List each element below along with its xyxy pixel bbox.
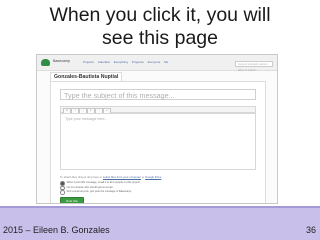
notification-options: When I post this message, email it to al… [60,181,140,195]
nav-everything[interactable]: Everything [114,60,128,64]
post-message-button[interactable]: Post this message [60,197,84,203]
attach-files-line: To attach files drag & drop here or sele… [60,175,161,179]
radio-selected-icon[interactable] [60,181,65,186]
page-number: 36 [305,225,316,235]
nav-projects[interactable]: Projects [83,60,94,64]
select-files-link[interactable]: select files from your computer [103,175,141,179]
nav-progress[interactable]: Progress [132,60,144,64]
main-nav: Projects Calendar Everything Progress Ev… [83,60,171,64]
app-header: Basecamp Projects Calendar Everything Pr… [37,55,277,72]
attach-text: To attach files drag & drop here or [60,175,103,179]
footer-divider [0,206,320,208]
nav-me[interactable]: Me [164,60,168,64]
new-message-panel: Type the subject of this message... B I … [50,81,266,203]
option-no-email-label: Don't email anyone, just post the messag… [66,190,132,194]
message-body-field[interactable]: Type your message here... [60,113,256,170]
subject-field[interactable]: Type the subject of this message... [60,89,256,100]
google-drive-link[interactable]: Google Drive [145,175,161,179]
slide-title: When you click it, you will see this pag… [0,4,320,50]
slide-title-line2: see this page [101,27,218,49]
basecamp-logo-icon[interactable] [41,59,50,66]
app-name[interactable]: Basecamp [53,59,70,63]
slide-title-line1: When you click it, you will [49,4,271,26]
search-input[interactable]: Jump to a project, person, label, or sea… [235,61,273,72]
nav-everyone[interactable]: Everyone [148,60,161,64]
option-no-email[interactable]: Don't email anyone, just post the messag… [60,190,140,195]
radio-icon[interactable] [60,190,65,195]
basecamp-screenshot: Basecamp Projects Calendar Everything Pr… [36,54,278,204]
nav-calendar[interactable]: Calendar [98,60,110,64]
formatting-toolbar: B I • 1. “ ↩ [60,106,256,114]
footer-author: 2015 – Eileen B. Gonzales [3,225,110,235]
